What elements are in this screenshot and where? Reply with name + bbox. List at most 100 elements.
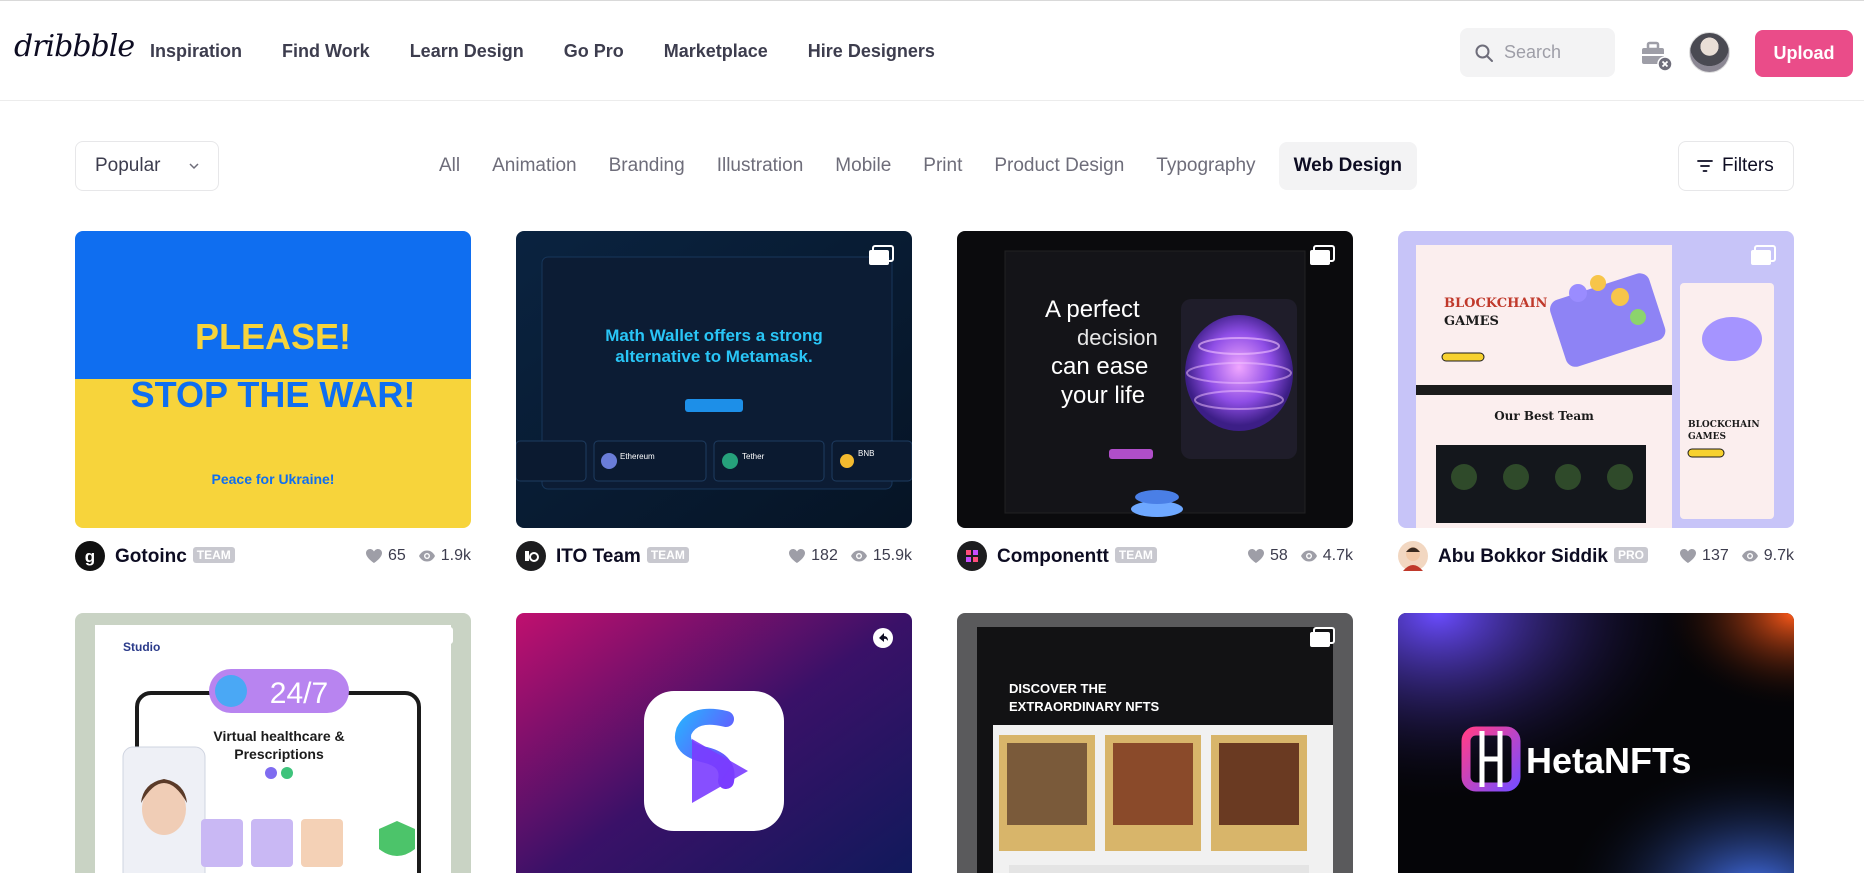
category-product-design[interactable]: Product Design bbox=[985, 142, 1133, 190]
category-branding[interactable]: Branding bbox=[600, 142, 694, 190]
shot-text: EXTRAORDINARY NFTS bbox=[1009, 699, 1160, 714]
views-count: 9.7k bbox=[1763, 547, 1794, 564]
shot-text: decision bbox=[1077, 325, 1158, 350]
sort-dropdown[interactable]: Popular bbox=[75, 141, 219, 191]
shot-card[interactable]: Studio 24/7 Virtual healthcare & Prescri… bbox=[75, 613, 471, 873]
pro-badge: PRO bbox=[1613, 546, 1648, 563]
multi-shot-icon bbox=[1751, 245, 1776, 265]
shot-card[interactable]: PLEASE! STOP THE WAR! Peace for Ukraine!… bbox=[75, 231, 471, 572]
multi-shot-icon bbox=[869, 245, 894, 265]
nav-learn-design[interactable]: Learn Design bbox=[410, 41, 524, 62]
category-typography[interactable]: Typography bbox=[1147, 142, 1264, 190]
shot-text: Our Best Team bbox=[1494, 409, 1594, 423]
shot-card[interactable]: HetaNFTs bbox=[1398, 613, 1794, 873]
shot-text: GAMES bbox=[1444, 314, 1499, 329]
shot-thumbnail[interactable]: Math Wallet offers a strong alternative … bbox=[516, 231, 912, 528]
shot-text: Ethereum bbox=[620, 452, 655, 461]
shot-thumbnail[interactable]: PLEASE! STOP THE WAR! Peace for Ukraine! bbox=[75, 231, 471, 528]
svg-text:g: g bbox=[85, 547, 95, 566]
shot-meta: g Gotoinc TEAM 65 1.9k bbox=[75, 538, 471, 572]
nav-hire-designers[interactable]: Hire Designers bbox=[808, 41, 935, 62]
shot-text: PLEASE! bbox=[195, 316, 351, 357]
author-name[interactable]: Abu Bokkor Siddik PRO bbox=[1438, 546, 1648, 568]
shot-text: Math Wallet offers a strong bbox=[605, 326, 823, 345]
dribbble-logo[interactable]: dribbble bbox=[14, 29, 135, 64]
shot-thumbnail[interactable] bbox=[516, 613, 912, 873]
shot-text: DISCOVER THE bbox=[1009, 681, 1107, 696]
heart-icon[interactable] bbox=[1679, 548, 1697, 564]
person-avatar-icon bbox=[1403, 547, 1423, 571]
nav-go-pro[interactable]: Go Pro bbox=[564, 41, 624, 62]
category-animation[interactable]: Animation bbox=[483, 142, 586, 190]
shot-thumbnail[interactable]: Studio 24/7 Virtual healthcare & Prescri… bbox=[75, 613, 471, 873]
category-web-design[interactable]: Web Design bbox=[1278, 142, 1417, 190]
shot-card[interactable]: A perfect decision can ease your life Co… bbox=[957, 231, 1353, 572]
category-mobile[interactable]: Mobile bbox=[826, 142, 900, 190]
shot-text: Tether bbox=[742, 452, 765, 461]
shot-card[interactable]: Math Wallet offers a strong alternative … bbox=[516, 231, 912, 572]
views-count: 1.9k bbox=[440, 547, 471, 564]
shot-stats: 65 1.9k bbox=[365, 547, 471, 565]
filters-button[interactable]: Filters bbox=[1678, 141, 1794, 191]
shot-text: STOP THE WAR! bbox=[131, 374, 416, 415]
shot-text: Studio bbox=[123, 640, 160, 654]
multi-shot-icon bbox=[428, 627, 453, 647]
sort-value: Popular bbox=[95, 155, 161, 176]
shot-image: HetaNFTs bbox=[1398, 613, 1794, 873]
author-avatar[interactable] bbox=[1398, 541, 1428, 571]
nav-find-work[interactable]: Find Work bbox=[282, 41, 370, 62]
shot-card[interactable]: DISCOVER THE EXTRAORDINARY NFTS bbox=[957, 613, 1353, 873]
shot-text: BNB bbox=[858, 449, 874, 458]
search-input[interactable] bbox=[1504, 42, 1604, 63]
shot-thumbnail[interactable]: BLOCKCHAIN GAMES Our Best Team BLOCKCHAI… bbox=[1398, 231, 1794, 528]
upload-button[interactable]: Upload bbox=[1755, 30, 1853, 77]
shot-thumbnail[interactable]: DISCOVER THE EXTRAORDINARY NFTS bbox=[957, 613, 1353, 873]
author-avatar[interactable] bbox=[516, 541, 546, 571]
gotoinc-logo-icon: g bbox=[85, 547, 95, 566]
site-header: dribbble Inspiration Find Work Learn Des… bbox=[0, 1, 1864, 101]
shot-text: HetaNFTs bbox=[1526, 740, 1691, 781]
shot-card[interactable]: BLOCKCHAIN GAMES Our Best Team BLOCKCHAI… bbox=[1398, 231, 1794, 572]
shot-text: your life bbox=[1061, 382, 1145, 409]
shot-meta: Componentt TEAM 58 4.7k bbox=[957, 538, 1353, 572]
team-badge: TEAM bbox=[1114, 546, 1157, 563]
team-badge: TEAM bbox=[646, 546, 689, 563]
shot-thumbnail[interactable]: HetaNFTs bbox=[1398, 613, 1794, 873]
search-box[interactable] bbox=[1460, 28, 1615, 77]
shot-image: A perfect decision can ease your life bbox=[957, 231, 1353, 528]
shot-card[interactable] bbox=[516, 613, 912, 873]
category-all[interactable]: All bbox=[430, 142, 469, 190]
category-illustration[interactable]: Illustration bbox=[708, 142, 813, 190]
shot-thumbnail[interactable]: A perfect decision can ease your life bbox=[957, 231, 1353, 528]
nav-inspiration[interactable]: Inspiration bbox=[150, 41, 242, 62]
shot-stats: 137 9.7k bbox=[1679, 547, 1794, 565]
nav-marketplace[interactable]: Marketplace bbox=[664, 41, 768, 62]
shot-image: Math Wallet offers a strong alternative … bbox=[516, 231, 912, 528]
author-name[interactable]: Gotoinc TEAM bbox=[115, 546, 235, 568]
heart-icon[interactable] bbox=[365, 548, 383, 564]
briefcase-icon[interactable] bbox=[1638, 37, 1674, 73]
shot-text: GAMES bbox=[1688, 432, 1726, 442]
multi-shot-icon bbox=[1310, 627, 1335, 647]
chevron-down-icon bbox=[189, 163, 199, 170]
author-name[interactable]: ITO Team TEAM bbox=[556, 546, 689, 568]
ito-logo-icon bbox=[525, 551, 539, 562]
shot-image: PLEASE! STOP THE WAR! Peace for Ukraine! bbox=[75, 231, 471, 528]
shot-text: can ease bbox=[1051, 353, 1148, 380]
category-print[interactable]: Print bbox=[914, 142, 971, 190]
main-nav: Inspiration Find Work Learn Design Go Pr… bbox=[150, 41, 935, 62]
author-name-text: Gotoinc bbox=[115, 546, 187, 567]
heart-icon[interactable] bbox=[788, 548, 806, 564]
author-avatar[interactable] bbox=[957, 541, 987, 571]
eye-icon bbox=[1741, 550, 1758, 562]
views-count: 4.7k bbox=[1322, 547, 1353, 564]
author-avatar[interactable]: g bbox=[75, 541, 105, 571]
author-name-text: Abu Bokkor Siddik bbox=[1438, 546, 1608, 567]
heart-icon[interactable] bbox=[1247, 548, 1265, 564]
author-name[interactable]: Componentt TEAM bbox=[997, 546, 1157, 568]
shot-image: BLOCKCHAIN GAMES Our Best Team BLOCKCHAI… bbox=[1398, 231, 1794, 528]
componentt-logo-icon bbox=[966, 550, 978, 562]
shot-text: Virtual healthcare & bbox=[213, 728, 344, 744]
user-avatar[interactable] bbox=[1689, 32, 1730, 73]
shot-text: alternative to Metamask. bbox=[615, 347, 812, 366]
